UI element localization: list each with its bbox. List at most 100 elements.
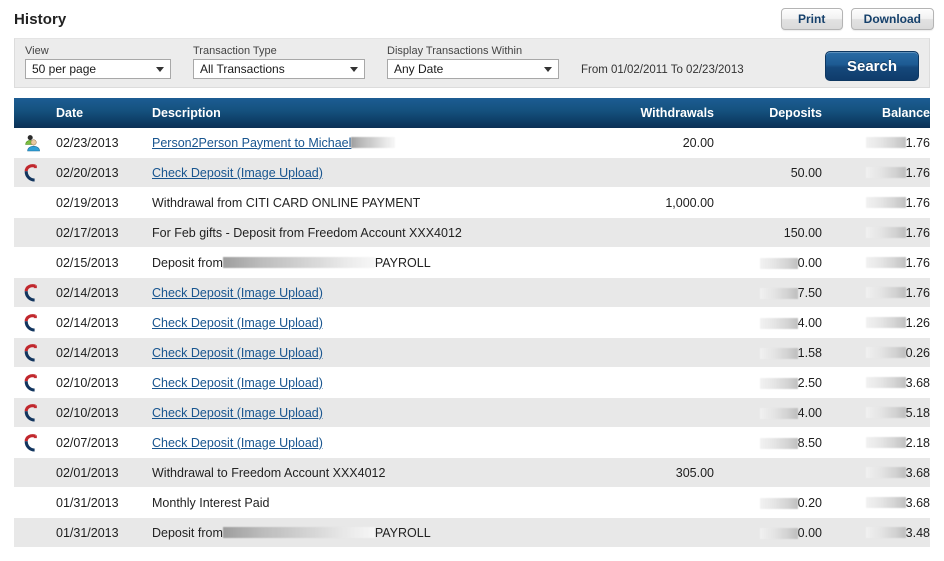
table-row[interactable]: 02/14/2013 Check Deposit (Image Upload) 7.… — [14, 278, 930, 308]
redacted-text — [865, 377, 906, 388]
check-deposit-icon — [24, 433, 37, 452]
withdrawal-amount: 20.00 — [682, 135, 714, 150]
cell-balance: 2.18 — [834, 436, 930, 450]
balance-amount: 3.48 — [905, 525, 930, 540]
view-select[interactable]: 50 per page — [25, 59, 171, 79]
table-row[interactable]: 02/14/2013 Check Deposit (Image Upload) 4.… — [14, 308, 930, 338]
display-within-select[interactable]: Any Date — [387, 59, 559, 79]
deposit-amount: 4.00 — [797, 315, 822, 330]
transaction-type-select[interactable]: All Transactions — [193, 59, 365, 79]
description-text: Withdrawal from CITI CARD ONLINE PAYMENT — [152, 195, 421, 210]
deposit-amount: 50.00 — [790, 165, 822, 180]
transaction-type-field: Transaction Type All Transactions — [193, 45, 365, 79]
transactions-table: Date Description Withdrawals Deposits Ba… — [14, 98, 930, 548]
description-text: Monthly Interest Paid — [152, 495, 270, 510]
deposit-amount: 0.00 — [797, 255, 822, 270]
table-row[interactable]: 02/07/2013 Check Deposit (Image Upload) 8.… — [14, 428, 930, 458]
redacted-text — [222, 527, 375, 538]
description-suffix: PAYROLL — [374, 255, 431, 270]
redacted-text — [759, 317, 798, 329]
redacted-text — [759, 527, 798, 539]
cell-balance: 1.26 — [834, 316, 930, 330]
cell-date: 02/23/2013 — [56, 135, 119, 150]
cell-balance: 5.18 — [834, 406, 930, 420]
redacted-text — [865, 137, 906, 148]
description-link[interactable]: Check Deposit (Image Upload) — [152, 376, 323, 390]
cell-balance: 1.76 — [834, 286, 930, 300]
description-link[interactable]: Check Deposit (Image Upload) — [152, 406, 323, 420]
table-row[interactable]: 02/01/2013 Withdrawal to Freedom Account … — [14, 458, 930, 488]
table-row[interactable]: 02/19/2013 Withdrawal from CITI CARD ONLI… — [14, 188, 930, 218]
table-row[interactable]: 02/10/2013 Check Deposit (Image Upload) 4.… — [14, 398, 930, 428]
cell-description: Check Deposit (Image Upload) — [150, 346, 606, 360]
cell-withdrawal: 1,000.00 — [606, 196, 726, 210]
deposit-amount: 4.00 — [797, 405, 822, 420]
cell-deposit: 4.00 — [726, 316, 834, 330]
redacted-text — [759, 437, 798, 449]
cell-date: 02/15/2013 — [56, 255, 119, 270]
balance-amount: 3.68 — [905, 495, 930, 510]
display-within-field: Display Transactions Within Any Date — [387, 45, 559, 79]
column-header-description[interactable]: Description — [150, 106, 606, 120]
cell-date: 02/20/2013 — [56, 165, 119, 180]
column-header-deposits[interactable]: Deposits — [726, 106, 834, 120]
row-icon-cell — [14, 313, 50, 332]
view-field: View 50 per page — [25, 45, 171, 79]
table-row[interactable]: 01/31/2013 Monthly Interest Paid 0.20 3.68 — [14, 488, 930, 518]
cell-deposit: 2.50 — [726, 376, 834, 390]
redacted-text — [759, 347, 798, 359]
balance-amount: 3.68 — [905, 375, 930, 390]
cell-date: 01/31/2013 — [56, 495, 119, 510]
print-button[interactable]: Print — [780, 8, 843, 30]
redacted-text — [865, 197, 906, 208]
table-row[interactable]: 01/31/2013 Deposit from PAYROLL 0.00 3.48 — [14, 518, 930, 548]
withdrawal-amount: 305.00 — [675, 465, 714, 480]
table-row[interactable]: 02/10/2013 Check Deposit (Image Upload) 2.… — [14, 368, 930, 398]
table-row[interactable]: 02/20/2013 Check Deposit (Image Upload) 50… — [14, 158, 930, 188]
search-button[interactable]: Search — [825, 51, 919, 81]
cell-withdrawal: 305.00 — [606, 466, 726, 480]
table-row[interactable]: 02/15/2013 Deposit from PAYROLL 0.00 1.76 — [14, 248, 930, 278]
cell-date: 02/01/2013 — [56, 465, 119, 480]
table-row[interactable]: 02/23/2013 Person2Person Payment to Micha… — [14, 128, 930, 158]
cell-deposit: 1.58 — [726, 346, 834, 360]
balance-amount: 1.76 — [905, 195, 930, 210]
cell-description: Check Deposit (Image Upload) — [150, 376, 606, 390]
deposit-amount: 0.00 — [797, 525, 822, 540]
cell-description: Deposit from PAYROLL — [150, 256, 606, 270]
deposit-amount: 7.50 — [797, 285, 822, 300]
cell-withdrawal: 20.00 — [606, 136, 726, 150]
balance-amount: 2.18 — [905, 435, 930, 450]
cell-description: For Feb gifts - Deposit from Freedom Acc… — [150, 226, 606, 240]
description-link[interactable]: Check Deposit (Image Upload) — [152, 346, 323, 360]
cell-deposit: 8.50 — [726, 436, 834, 450]
column-header-balance[interactable]: Balance — [834, 106, 930, 120]
description-link[interactable]: Check Deposit (Image Upload) — [152, 166, 323, 180]
column-header-date[interactable]: Date — [50, 106, 150, 120]
description-link[interactable]: Person2Person Payment to Michael — [152, 136, 351, 150]
cell-deposit: 0.00 — [726, 526, 834, 540]
cell-description: Withdrawal from CITI CARD ONLINE PAYMENT — [150, 196, 606, 210]
balance-amount: 5.18 — [905, 405, 930, 420]
balance-amount: 1.76 — [905, 165, 930, 180]
download-button[interactable]: Download — [850, 8, 934, 30]
cell-description: Withdrawal to Freedom Account XXX4012 — [150, 466, 606, 480]
redacted-text — [759, 407, 798, 419]
redacted-text — [865, 527, 906, 538]
redacted-text — [865, 407, 906, 418]
cell-date: 02/14/2013 — [56, 285, 119, 300]
description-link[interactable]: Check Deposit (Image Upload) — [152, 286, 323, 300]
description-link[interactable]: Check Deposit (Image Upload) — [152, 316, 323, 330]
table-row[interactable]: 02/14/2013 Check Deposit (Image Upload) 1.… — [14, 338, 930, 368]
column-header-withdrawals[interactable]: Withdrawals — [606, 106, 726, 120]
cell-date: 02/10/2013 — [56, 375, 119, 390]
history-page: History Print Download View 50 per page … — [0, 0, 944, 561]
balance-amount: 1.76 — [905, 135, 930, 150]
row-icon-cell — [14, 134, 50, 152]
cell-balance: 3.68 — [834, 466, 930, 480]
cell-date: 02/19/2013 — [56, 195, 119, 210]
chevron-down-icon — [350, 67, 358, 72]
description-link[interactable]: Check Deposit (Image Upload) — [152, 436, 323, 450]
table-row[interactable]: 02/17/2013 For Feb gifts - Deposit from F… — [14, 218, 930, 248]
transaction-type-label: Transaction Type — [193, 45, 277, 57]
